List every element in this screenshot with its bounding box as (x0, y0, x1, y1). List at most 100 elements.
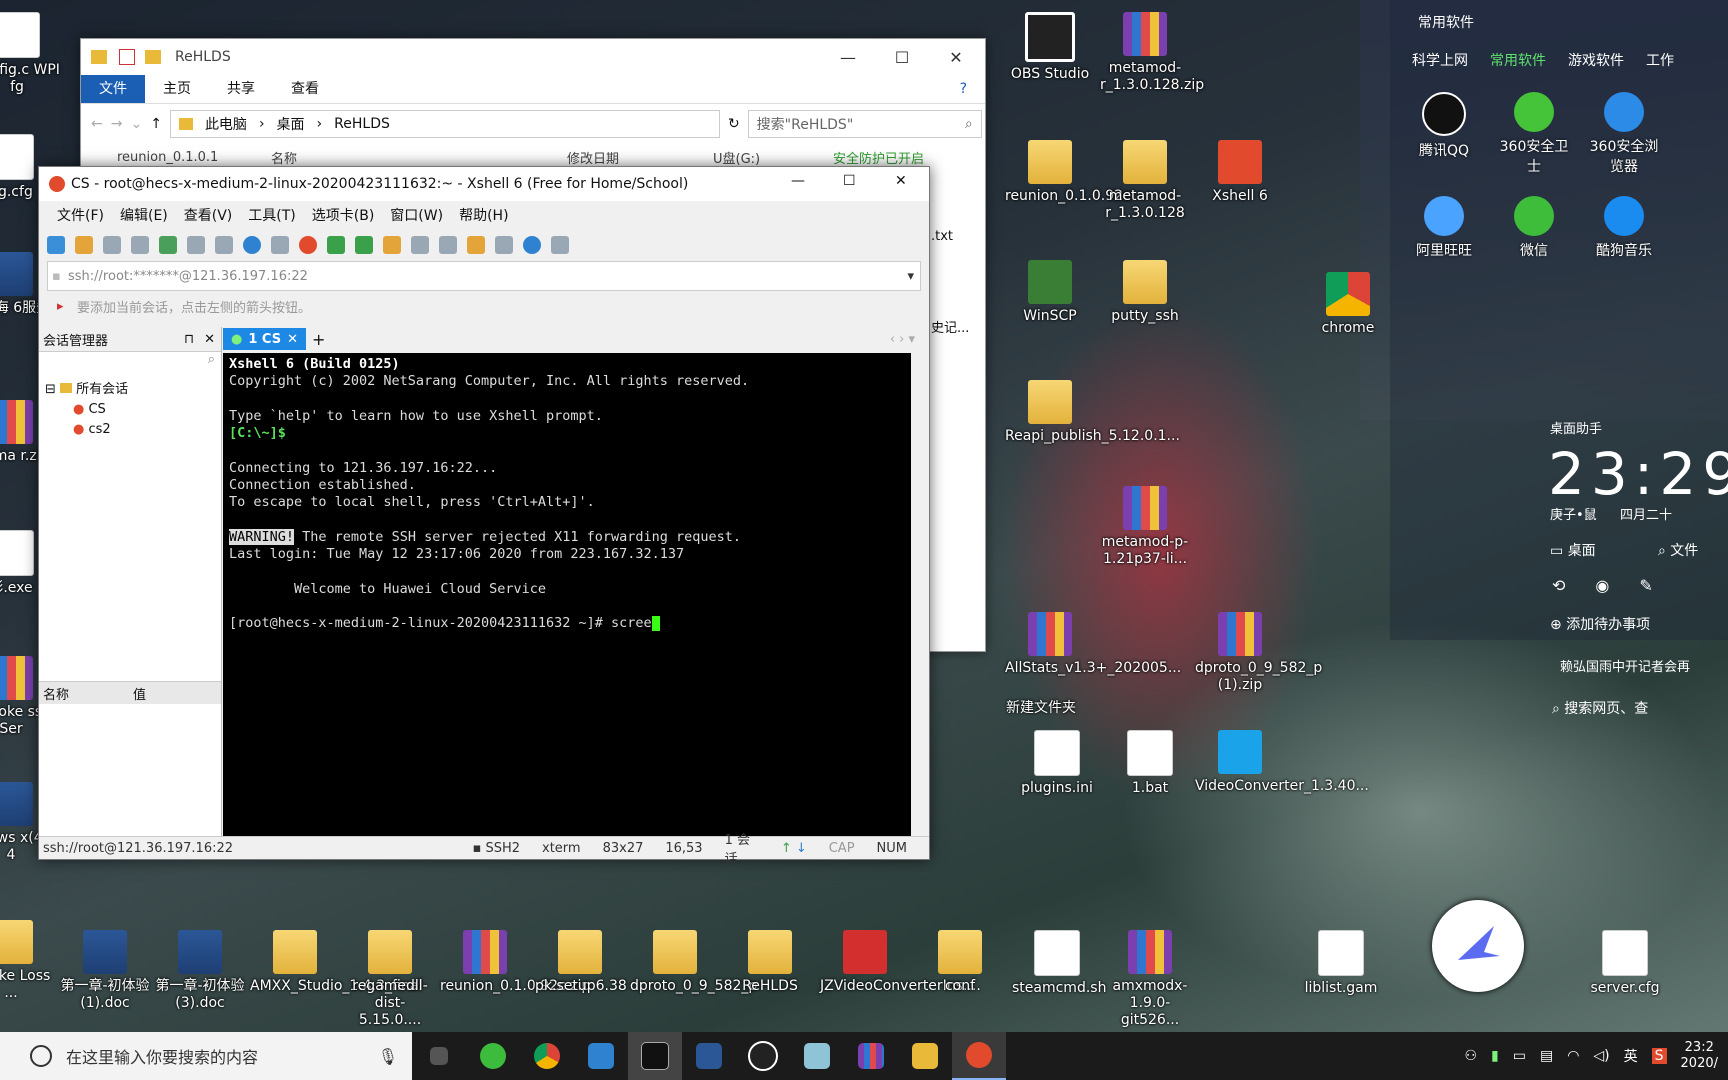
close-icon[interactable]: ✕ (287, 332, 298, 347)
panel-app-qq[interactable]: 腾讯QQ (1404, 92, 1484, 160)
highlight-icon[interactable] (439, 236, 457, 254)
desktop-icon[interactable]: 1.bat (1105, 730, 1195, 797)
desktop-icon[interactable]: regamedll-dist-5.15.0.... (345, 930, 435, 1029)
forward-icon[interactable]: → (111, 116, 123, 132)
minimize-button[interactable]: — (791, 173, 805, 189)
panel-app-wechat[interactable]: 微信 (1494, 196, 1574, 260)
new-session-icon[interactable] (47, 236, 65, 254)
taskbar-game-icon[interactable] (628, 1032, 682, 1080)
network-icon[interactable]: ▤ (1540, 1048, 1553, 1064)
taskbar-search[interactable]: 在这里输入你要搜索的内容 🎙 (0, 1032, 412, 1080)
column-name[interactable]: 名称 (271, 148, 567, 167)
font-icon[interactable] (271, 236, 289, 254)
desktop-icon[interactable]: 新建文件夹 (996, 700, 1086, 717)
menu-help[interactable]: 帮助(H) (451, 205, 516, 225)
desktop-icon[interactable]: AllStats_v1.3+_202005... (1005, 612, 1181, 677)
pin-icon[interactable]: ⊓ (184, 332, 194, 347)
open-folder-icon[interactable] (75, 236, 93, 254)
panel-app-wangwang[interactable]: 阿里旺旺 (1404, 196, 1484, 260)
desktop-icon[interactable]: metamod-r_1.3.0.128.zip (1100, 12, 1204, 94)
xshell-icon[interactable] (299, 236, 317, 254)
clock-block[interactable]: 23:2 2020/ (1681, 1040, 1718, 1072)
taskbar-winrar-icon[interactable] (844, 1032, 898, 1080)
people-icon[interactable]: ⚇ (1464, 1048, 1477, 1064)
close-button[interactable]: ✕ (929, 39, 983, 75)
cortana-icon[interactable] (30, 1045, 52, 1067)
chevron-down-icon[interactable]: ▾ (907, 269, 914, 284)
transfer-icon[interactable] (467, 236, 485, 254)
close-icon[interactable]: ✕ (204, 332, 215, 347)
file-search-button[interactable]: ⌕ 文件 (1658, 540, 1698, 560)
session-search[interactable]: ⌕ (39, 352, 221, 372)
add-tab-button[interactable]: + (312, 330, 325, 349)
maximize-button[interactable]: ☐ (875, 39, 929, 75)
desktop-icon[interactable]: pk.setup6.38 (535, 930, 627, 995)
session-address-input[interactable]: ▪ ssh://root:*******@121.36.197.16:22 ▾ (47, 261, 921, 291)
desktop-icon-xshell[interactable]: Xshell 6 (1195, 140, 1285, 205)
battery-icon[interactable]: ▮ (1491, 1048, 1499, 1064)
find-icon[interactable] (187, 236, 205, 254)
desktop-icon[interactable]: 第一章-初体验(1).doc (60, 930, 150, 1012)
desktop-icon[interactable]: 第一章-初体验(3).doc (155, 930, 245, 1012)
xshell-window[interactable]: CS - root@hecs-x-medium-2-linux-20200423… (38, 166, 930, 867)
breadcrumb-item[interactable]: 此电脑 (205, 114, 247, 134)
desktop-icon[interactable]: dproto_0_9_582_p (630, 930, 757, 995)
column-date[interactable]: 修改日期 (567, 148, 713, 167)
breadcrumb-item[interactable]: 桌面 (277, 114, 305, 134)
task-view-icon[interactable] (412, 1032, 466, 1080)
desktop-icon[interactable]: amxmodx-1.9.0-git526... (1105, 930, 1195, 1029)
menu-edit[interactable]: 编辑(E) (112, 205, 176, 225)
close-button[interactable]: ✕ (895, 173, 907, 189)
desktop-icon[interactable]: ReHLDS (725, 930, 815, 995)
up-icon[interactable]: ↑ (150, 116, 162, 132)
breadcrumb-item[interactable]: ReHLDS (334, 116, 390, 132)
refresh-icon[interactable]: ↻ (728, 116, 740, 132)
taskbar-chrome-icon[interactable] (520, 1032, 574, 1080)
panel-tab[interactable]: 科学上网 (1412, 50, 1468, 70)
connect-icon[interactable] (103, 236, 121, 254)
taskbar-word-icon[interactable] (682, 1032, 736, 1080)
volume-icon[interactable]: ◁) (1593, 1048, 1609, 1064)
explorer-search-input[interactable]: 搜索"ReHLDS" ⌕ (747, 110, 982, 138)
desktop-icon[interactable]: server.cfg (1580, 930, 1670, 997)
desktop-icon-winscp[interactable]: WinSCP (1005, 260, 1095, 325)
ribbon-tab-share[interactable]: 共享 (209, 75, 273, 103)
bookmark-icon[interactable]: ▸ (57, 299, 64, 314)
menu-view[interactable]: 查看(V) (176, 205, 241, 225)
desktop-icon[interactable]: conf (915, 930, 1005, 995)
session-item[interactable]: ● CS (45, 400, 215, 420)
maximize-button[interactable]: ☐ (843, 173, 856, 189)
taskbar-xshell-icon[interactable] (952, 1032, 1006, 1080)
layout-icon[interactable] (495, 236, 513, 254)
tab-scroll-icon[interactable]: ‹ › ▾ (890, 332, 915, 347)
sogou-icon[interactable]: S (1651, 1048, 1667, 1064)
taskbar-app-green[interactable] (466, 1032, 520, 1080)
tab-cs[interactable]: ● 1 CS ✕ (223, 328, 306, 350)
desktop-icon[interactable]: plugins.ini (1012, 730, 1102, 797)
lock-icon[interactable] (383, 236, 401, 254)
globe-icon[interactable] (243, 236, 261, 254)
address-bar[interactable]: 此电脑 › 桌面 › ReHLDS (169, 110, 720, 138)
file-item[interactable]: .txt (931, 229, 953, 244)
ribbon-tab-file[interactable]: 文件 (81, 75, 145, 103)
desktop-icon[interactable]: metamod-p-1.21p37-li... (1100, 486, 1190, 568)
checkbox-icon[interactable] (119, 49, 135, 65)
disconnect-icon[interactable] (131, 236, 149, 254)
desktop-icon[interactable]: reunion_0.1.0.92c.zip (440, 930, 590, 995)
panel-tab[interactable]: 游戏软件 (1568, 50, 1624, 70)
chevron-down-icon[interactable]: ⌄ (130, 116, 142, 132)
panel-tab[interactable]: 工作 (1646, 50, 1674, 70)
help-icon[interactable]: ? (942, 75, 985, 103)
menu-file[interactable]: 文件(F) (49, 205, 112, 225)
reconnect-icon[interactable] (159, 236, 177, 254)
keyboard-icon[interactable] (411, 236, 429, 254)
desktop-icon[interactable]: Choke Loss ... (0, 920, 56, 1002)
menu-tools[interactable]: 工具(T) (240, 205, 303, 225)
properties-icon[interactable] (215, 236, 233, 254)
panel-app-360browser[interactable]: 360安全浏览器 (1584, 92, 1664, 176)
desktop-icon[interactable]: VideoConverter_1.3.40... (1195, 730, 1369, 795)
taskbar-network-icon[interactable] (574, 1032, 628, 1080)
taskbar-explorer-icon[interactable] (898, 1032, 952, 1080)
desktop-icon[interactable]: config.c WPI fg (0, 12, 62, 96)
minimize-button[interactable]: — (821, 39, 875, 75)
